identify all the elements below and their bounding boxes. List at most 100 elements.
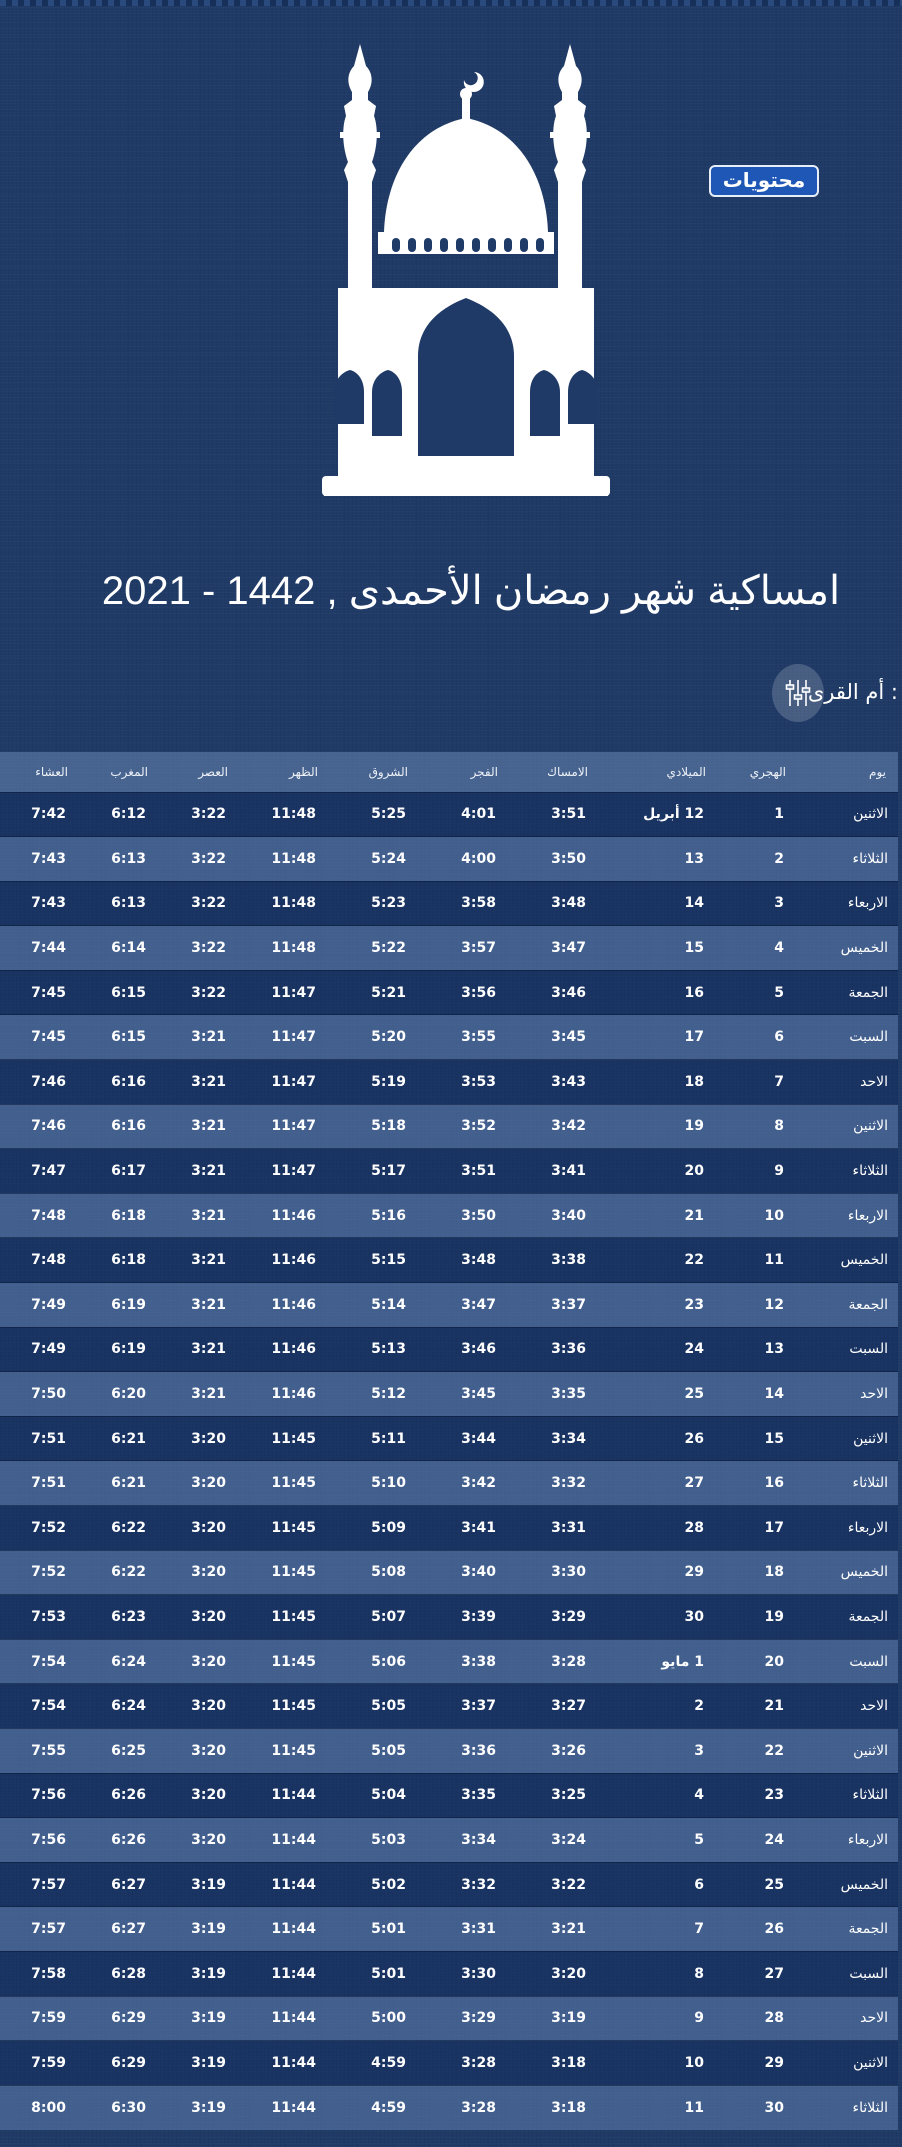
- table-cell: 3:25: [551, 1787, 586, 1804]
- table-cell: 3:51: [461, 1163, 496, 1180]
- table-cell: 11: [764, 1252, 784, 1269]
- table-cell: 3:55: [461, 1029, 496, 1046]
- table-cell: 1 مايو: [661, 1653, 704, 1670]
- table-cell: 4: [694, 1787, 704, 1804]
- table-cell: 5:09: [371, 1519, 406, 1536]
- table-cell: 7:44: [31, 940, 66, 957]
- table-cell: 12: [764, 1296, 784, 1313]
- table-cell: 3:20: [191, 1698, 226, 1715]
- table-row: الاحد 28 9 3:19 3:29 5:00 11:44 3:19 6:29 7:59: [0, 1996, 898, 2041]
- table-cell: 8: [774, 1118, 784, 1135]
- table-cell: 8:00: [31, 2099, 66, 2116]
- table-cell: 5:02: [371, 1876, 406, 1893]
- table-row: الثلاثاء 16 27 3:32 3:42 5:10 11:45 3:20 6:21 7:5…: [0, 1460, 898, 1506]
- table-cell: 11:45: [271, 1475, 316, 1492]
- table-cell: 7:48: [31, 1252, 66, 1269]
- table-cell: 3:22: [551, 1876, 586, 1893]
- table-cell: 16: [684, 984, 704, 1001]
- table-cell: 1: [774, 806, 784, 823]
- table-cell: الاثنين: [853, 2054, 888, 2071]
- table-cell: 5:16: [371, 1207, 406, 1224]
- table-cell: 7:51: [31, 1475, 66, 1492]
- table-cell: 7:57: [31, 1876, 66, 1893]
- table-cell: 3:48: [461, 1252, 496, 1269]
- table-cell: الاربعاء: [847, 1831, 888, 1848]
- table-cell: 6:21: [111, 1475, 146, 1492]
- table-row: الجمعة 12 23 3:37 3:47 5:14 11:46 3:21 6:19 7:49: [0, 1282, 898, 1328]
- table-cell: 6:26: [111, 1831, 146, 1848]
- table-cell: 6:25: [111, 1742, 146, 1759]
- table-cell: 6:12: [111, 806, 146, 823]
- table-cell: 3:43: [551, 1073, 586, 1090]
- table-cell: 3:27: [551, 1698, 586, 1715]
- table-cell: 3:18: [551, 2054, 586, 2071]
- contents-button[interactable]: محتويات: [709, 165, 819, 197]
- table-cell: 5:12: [371, 1386, 406, 1403]
- table-row: الخميس 11 22 3:38 3:48 5:15 11:46 3:21 6:18 7:48: [0, 1237, 898, 1283]
- table-cell: 11:45: [271, 1430, 316, 1447]
- column-header: المغرب: [110, 764, 148, 779]
- table-cell: 16: [764, 1475, 784, 1492]
- table-row: الاثنين 15 26 3:34 3:44 5:11 11:45 3:20 6:21 7:51: [0, 1416, 898, 1461]
- table-cell: 11:48: [271, 806, 316, 823]
- table-cell: 3:24: [551, 1831, 586, 1848]
- table-cell: السبت: [849, 1965, 888, 1982]
- table-cell: 11:44: [271, 1965, 316, 1982]
- table-cell: 3:20: [191, 1564, 226, 1581]
- table-cell: 3:42: [461, 1475, 496, 1492]
- table-cell: 11:46: [271, 1252, 316, 1269]
- column-header: الظهر: [289, 764, 318, 779]
- table-cell: 29: [764, 2054, 784, 2071]
- table-cell: 19: [684, 1118, 704, 1135]
- table-cell: الاثنين: [853, 1742, 888, 1759]
- table-cell: 18: [684, 1073, 704, 1090]
- table-row: الاثنين 8 19 3:42 3:52 5:18 11:47 3:21 6:16 7:46: [0, 1104, 898, 1149]
- table-cell: 5:19: [371, 1073, 406, 1090]
- table-cell: 7: [694, 1921, 704, 1938]
- column-header: العشاء: [35, 764, 68, 779]
- table-cell: 7:59: [31, 2010, 66, 2027]
- table-cell: الاربعاء: [847, 895, 888, 912]
- table-cell: 6:27: [111, 1876, 146, 1893]
- table-cell: الاحد: [860, 1073, 888, 1090]
- table-cell: 3:58: [461, 895, 496, 912]
- table-cell: 26: [684, 1430, 704, 1447]
- table-cell: 3:46: [461, 1341, 496, 1358]
- table-cell: 25: [764, 1876, 784, 1893]
- table-cell: 13: [684, 850, 704, 867]
- table-cell: 3:32: [551, 1475, 586, 1492]
- table-cell: 3:34: [461, 1831, 496, 1848]
- table-cell: 23: [764, 1787, 784, 1804]
- table-cell: الخميس: [840, 1876, 888, 1893]
- table-cell: 3:22: [191, 806, 226, 823]
- table-cell: 9: [694, 2010, 704, 2027]
- table-cell: 10: [764, 1207, 784, 1224]
- table-cell: 3:22: [191, 850, 226, 867]
- table-cell: 7:48: [31, 1207, 66, 1224]
- table-cell: 5:08: [371, 1564, 406, 1581]
- table-cell: 3:21: [191, 1341, 226, 1358]
- table-cell: 7:45: [31, 984, 66, 1001]
- table-cell: 5:03: [371, 1831, 406, 1848]
- table-cell: الخميس: [840, 940, 888, 957]
- table-cell: 3: [774, 895, 784, 912]
- table-cell: 5:06: [371, 1653, 406, 1670]
- table-cell: 7:50: [31, 1386, 66, 1403]
- table-cell: 7:52: [31, 1519, 66, 1536]
- table-cell: 12 أبريل: [643, 806, 704, 823]
- table-cell: 3:45: [461, 1386, 496, 1403]
- table-cell: 3:20: [191, 1831, 226, 1848]
- mosque-icon: [322, 44, 610, 496]
- table-row: السبت 27 8 3:20 3:30 5:01 11:44 3:19 6:28 7:58: [0, 1951, 898, 1997]
- table-cell: 7:52: [31, 1564, 66, 1581]
- table-cell: 3:20: [191, 1430, 226, 1447]
- column-header: العصر: [198, 764, 228, 779]
- table-row: الجمعة 26 7 3:21 3:31 5:01 11:44 3:19 6:27 7:57: [0, 1906, 898, 1952]
- table-cell: 30: [684, 1608, 704, 1625]
- table-cell: 3:48: [551, 895, 586, 912]
- table-cell: 7:58: [31, 1965, 66, 1982]
- settings-button[interactable]: [772, 664, 824, 722]
- table-cell: 5:21: [371, 984, 406, 1001]
- table-row: الاثنين 29 10 3:18 3:28 4:59 11:44 3:19 6:29 7:59: [0, 2040, 898, 2086]
- table-cell: الثلاثاء: [852, 850, 888, 867]
